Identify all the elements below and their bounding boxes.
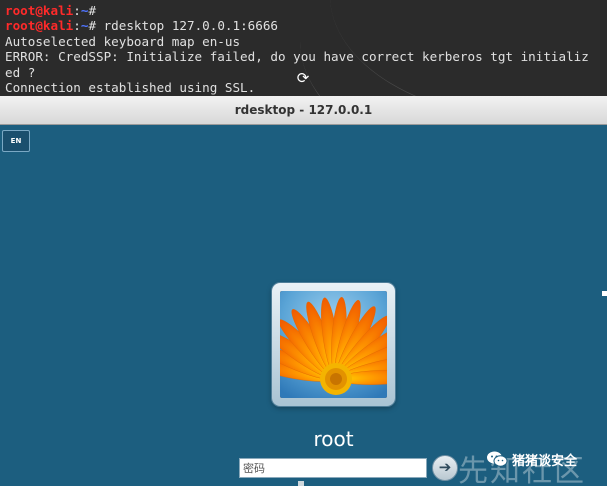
terminal-window[interactable]: root@kali:~# root@kali:~# rdesktop 127.0.… <box>0 0 607 96</box>
prompt-colon: : <box>73 18 81 34</box>
remote-desktop[interactable]: EN root ➔ <box>0 125 607 486</box>
terminal-prompt-line: root@kali:~# <box>5 3 589 18</box>
prompt-colon: : <box>73 3 81 18</box>
avatar <box>280 291 387 398</box>
window-title: rdesktop - 127.0.0.1 <box>234 103 373 117</box>
arrow-right-icon: ➔ <box>438 458 452 476</box>
edge-marker <box>602 291 607 296</box>
prompt-command: # <box>88 3 97 18</box>
screen: root@kali:~# root@kali:~# rdesktop 127.0.… <box>0 0 607 486</box>
flower-icon <box>280 291 387 398</box>
language-indicator[interactable]: EN <box>2 130 30 152</box>
terminal-output-line: ERROR: CredSSP: Initialize failed, do yo… <box>5 49 589 65</box>
submit-button[interactable]: ➔ <box>432 455 458 481</box>
edge-marker <box>298 481 304 486</box>
window-titlebar[interactable]: rdesktop - 127.0.0.1 <box>0 96 607 125</box>
user-tile[interactable] <box>272 283 395 406</box>
watermark-badge: 猪猪谈安全 <box>482 446 583 472</box>
prompt-command: # rdesktop 127.0.0.1:6666 <box>88 18 278 34</box>
busy-cursor-icon: ⟳ <box>296 69 310 87</box>
wechat-icon <box>487 451 508 467</box>
terminal-output-line: Autoselected keyboard map en-us <box>5 33 241 49</box>
prompt-user: root@kali <box>5 18 74 34</box>
password-field[interactable] <box>239 458 427 478</box>
terminal-prompt-line: root@kali:~# rdesktop 127.0.0.1:6666 <box>5 18 589 33</box>
prompt-user: root@kali <box>5 3 74 18</box>
watermark-badge-text: 猪猪谈安全 <box>512 453 578 469</box>
